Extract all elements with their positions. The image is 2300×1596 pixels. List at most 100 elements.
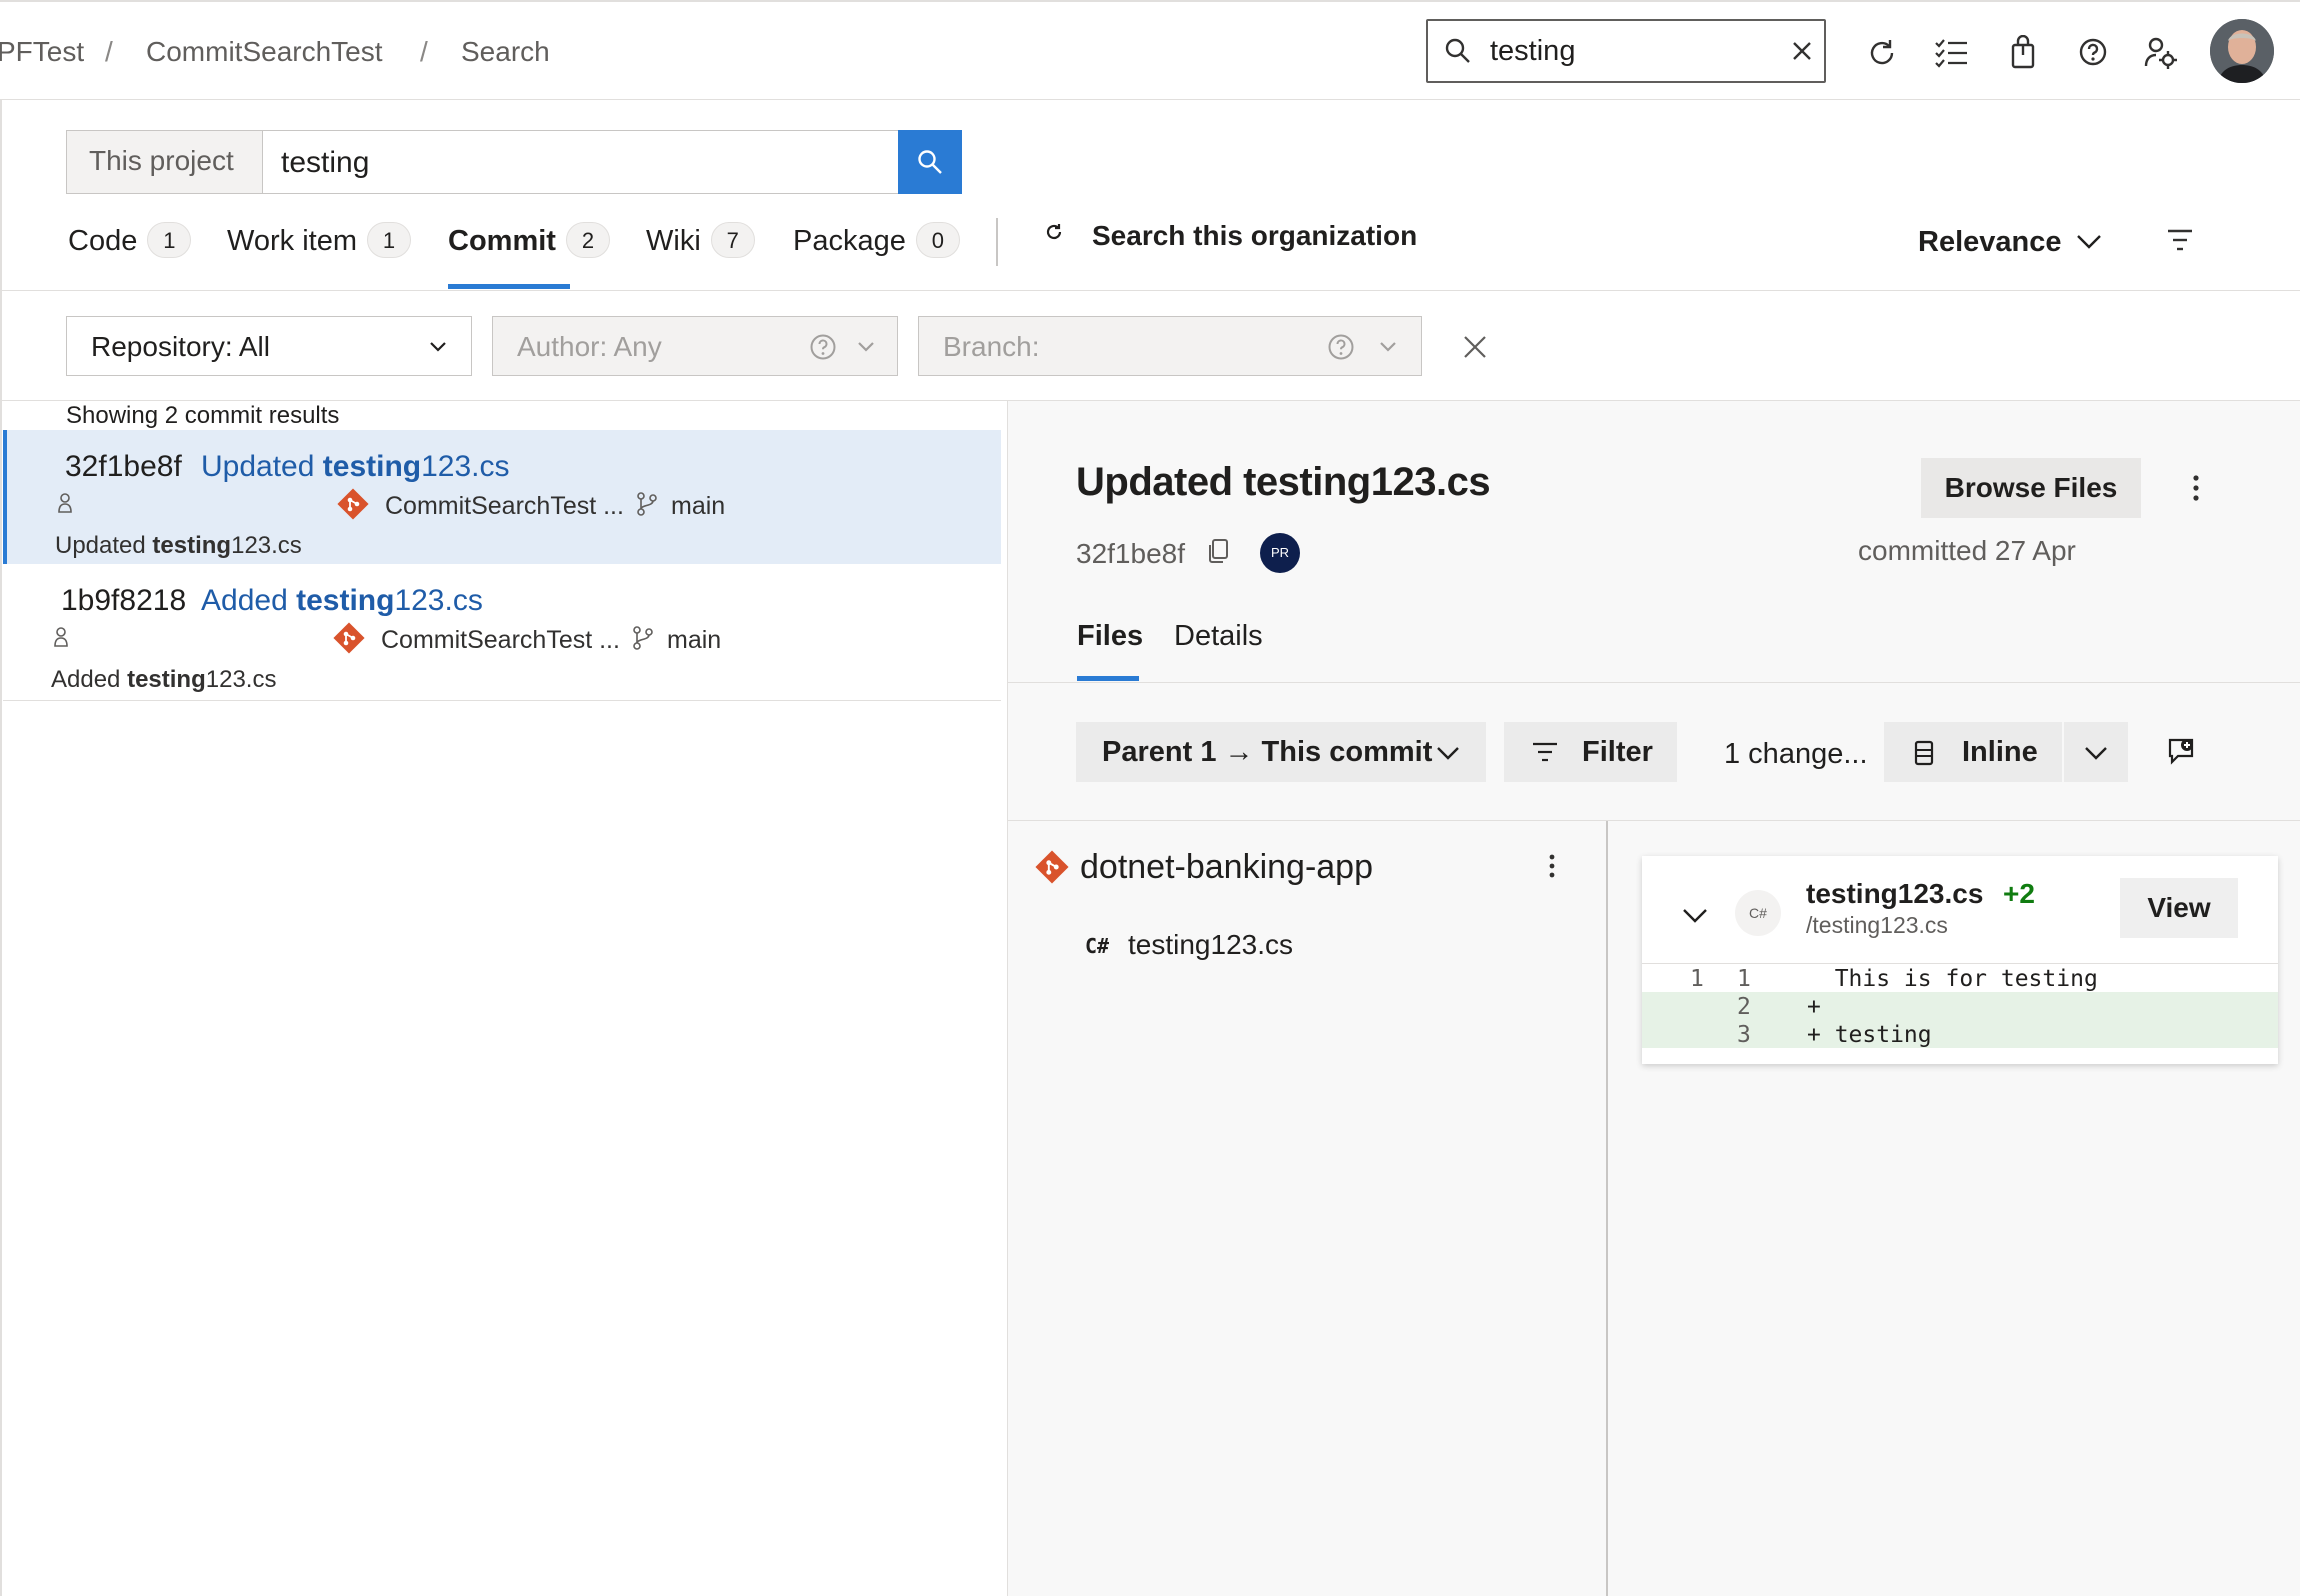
commit-result-item[interactable]: 32f1be8f Updated testing123.cs CommitSea… bbox=[3, 430, 1001, 564]
new-line-number: 2 bbox=[1737, 994, 1751, 1020]
help-icon[interactable] bbox=[1327, 333, 1355, 361]
view-mode-button[interactable]: Inline bbox=[1884, 722, 2062, 782]
commit-hash: 32f1be8f bbox=[65, 450, 182, 483]
branch-filter-dropdown[interactable]: Branch: bbox=[918, 316, 1422, 376]
diff-additions-count: +2 bbox=[2003, 878, 2035, 909]
breadcrumb-repo[interactable]: CommitSearchTest bbox=[146, 36, 383, 68]
search-button[interactable] bbox=[898, 130, 962, 194]
clear-filters-icon[interactable] bbox=[1463, 335, 1487, 359]
chevron-down-icon bbox=[1436, 746, 1460, 760]
author-avatar[interactable]: PR bbox=[1260, 533, 1300, 573]
tab-details[interactable]: Details bbox=[1174, 620, 1263, 653]
diff-code: This is for testing bbox=[1807, 966, 2098, 992]
divider bbox=[3, 700, 1001, 701]
view-file-button[interactable]: View bbox=[2120, 878, 2238, 938]
tab-divider bbox=[996, 218, 998, 266]
left-edge-border bbox=[0, 100, 2, 1596]
global-search-input[interactable] bbox=[1490, 33, 1770, 69]
file-tree-splitter[interactable] bbox=[1606, 821, 1608, 1596]
filter-label: Filter bbox=[1582, 736, 1653, 768]
search-scope-selector[interactable]: This project bbox=[66, 130, 263, 194]
filter-icon bbox=[1532, 742, 1558, 762]
global-search-box[interactable] bbox=[1426, 19, 1826, 83]
tab-label: Commit bbox=[448, 225, 556, 257]
tab-files[interactable]: Files bbox=[1077, 620, 1143, 653]
help-icon[interactable] bbox=[809, 333, 837, 361]
tab-work-item[interactable]: Work item 1 bbox=[227, 222, 411, 290]
add-comment-icon[interactable] bbox=[2166, 736, 2196, 766]
git-repo-icon bbox=[333, 622, 365, 654]
more-options-icon[interactable] bbox=[1548, 853, 1556, 879]
diff-code: + testing bbox=[1807, 1022, 1932, 1048]
repository-filter-label: Repository: All bbox=[91, 331, 270, 362]
compare-label: Parent 1 → This commit bbox=[1102, 736, 1433, 768]
commit-branch-name: main bbox=[671, 492, 726, 520]
tree-file-item[interactable]: testing123.cs bbox=[1128, 929, 1293, 961]
commit-title-link[interactable]: Added testing123.cs bbox=[201, 584, 483, 618]
shopping-bag-icon[interactable] bbox=[2010, 35, 2036, 69]
view-mode-label: Inline bbox=[1962, 736, 2038, 768]
compare-dropdown[interactable]: Parent 1 → This commit bbox=[1076, 722, 1486, 782]
person-icon bbox=[53, 626, 69, 648]
branch-filter-label: Branch: bbox=[943, 331, 1040, 362]
redo-icon bbox=[1044, 222, 1064, 242]
more-options-icon[interactable] bbox=[2192, 474, 2200, 502]
collapse-chevron-icon[interactable] bbox=[1682, 908, 1708, 924]
tab-count-badge: 2 bbox=[565, 222, 610, 258]
inline-view-icon bbox=[1914, 740, 1934, 766]
browse-files-button[interactable]: Browse Files bbox=[1921, 458, 2141, 518]
csharp-file-icon: C# bbox=[1085, 934, 1110, 958]
chevron-down-icon bbox=[1379, 341, 1397, 353]
active-tab-indicator bbox=[448, 284, 570, 289]
divider bbox=[1008, 820, 2300, 821]
tab-commit[interactable]: Commit 2 bbox=[448, 222, 610, 290]
chevron-down-icon bbox=[857, 341, 875, 353]
branch-icon bbox=[636, 492, 658, 516]
search-query-box[interactable] bbox=[263, 130, 899, 194]
tab-label: Package bbox=[793, 225, 906, 257]
commit-branch-name: main bbox=[667, 626, 722, 654]
filter-icon[interactable] bbox=[2166, 228, 2194, 252]
committed-date: committed 27 Apr bbox=[1858, 535, 2076, 566]
tab-label: Wiki bbox=[646, 225, 701, 257]
filter-button[interactable]: Filter bbox=[1504, 722, 1677, 782]
tree-repo-name[interactable]: dotnet-banking-app bbox=[1080, 848, 1373, 887]
commit-title-link[interactable]: Updated testing123.cs bbox=[201, 450, 510, 484]
changes-count: 1 change... bbox=[1724, 738, 1868, 770]
sort-dropdown[interactable]: Relevance bbox=[1918, 226, 2101, 266]
diff-code: + bbox=[1807, 994, 1821, 1020]
chevron-down-icon bbox=[2084, 746, 2108, 760]
old-line-number: 1 bbox=[1690, 966, 1704, 992]
help-icon[interactable] bbox=[2078, 37, 2108, 67]
clear-search-icon[interactable] bbox=[1792, 41, 1812, 61]
breadcrumb-search[interactable]: Search bbox=[461, 36, 550, 68]
commit-repo-name: CommitSearchTest ... bbox=[381, 626, 620, 654]
search-icon bbox=[1444, 37, 1472, 65]
results-count: Showing 2 commit results bbox=[66, 402, 340, 429]
breadcrumb-separator: / bbox=[420, 36, 428, 67]
csharp-lang-badge: C# bbox=[1735, 890, 1781, 936]
search-organization-label: Search this organization bbox=[1092, 220, 1418, 251]
breadcrumb-project[interactable]: PFTest bbox=[0, 36, 84, 68]
view-mode-dropdown[interactable] bbox=[2064, 722, 2128, 782]
user-settings-icon[interactable] bbox=[2144, 36, 2178, 70]
tab-code[interactable]: Code 1 bbox=[68, 222, 192, 290]
author-filter-label: Author: Any bbox=[517, 331, 662, 362]
refresh-icon[interactable] bbox=[1866, 37, 1898, 69]
diff-file-title: testing123.cs bbox=[1806, 878, 1984, 909]
tab-wiki[interactable]: Wiki 7 bbox=[646, 222, 755, 290]
tab-label: Code bbox=[68, 225, 138, 257]
search-query-input[interactable] bbox=[281, 145, 881, 181]
tab-count-badge: 7 bbox=[710, 222, 755, 258]
copy-icon[interactable] bbox=[1207, 538, 1229, 564]
repository-filter-dropdown[interactable]: Repository: All bbox=[66, 316, 472, 376]
author-filter-dropdown[interactable]: Author: Any bbox=[492, 316, 898, 376]
person-icon bbox=[57, 492, 73, 514]
task-list-icon[interactable] bbox=[1934, 37, 1968, 69]
commit-message: Added testing123.cs bbox=[51, 666, 277, 693]
new-line-number: 1 bbox=[1737, 966, 1751, 992]
tab-package[interactable]: Package 0 bbox=[793, 222, 960, 290]
user-avatar[interactable] bbox=[2210, 19, 2274, 83]
breadcrumb-separator: / bbox=[105, 36, 113, 67]
commit-result-item[interactable]: 1b9f8218 Added testing123.cs CommitSearc… bbox=[3, 564, 1001, 698]
